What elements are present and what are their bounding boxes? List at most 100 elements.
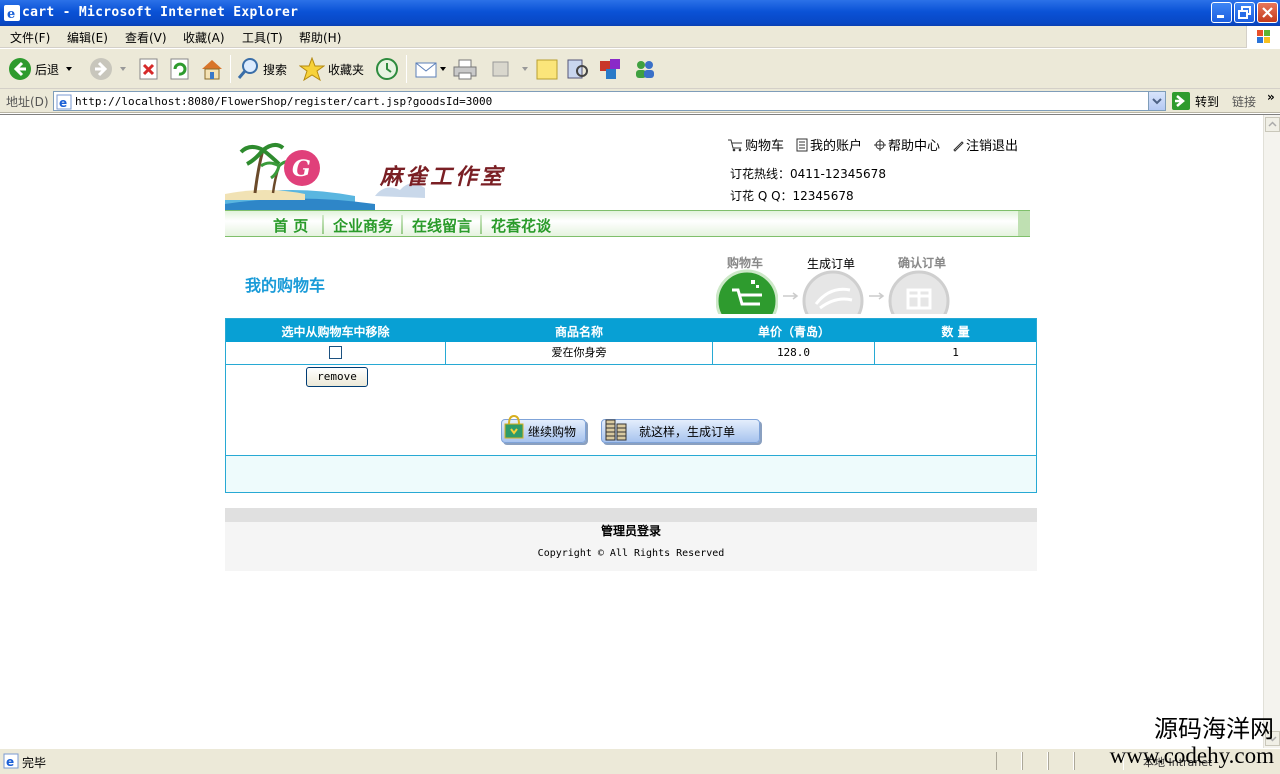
document-icon [796, 138, 808, 151]
step-cart-icon [716, 269, 778, 314]
cell-unit-price: 128.0 [713, 342, 875, 364]
remove-checkbox[interactable] [329, 345, 342, 359]
menu-file[interactable]: 文件(F) [10, 29, 50, 46]
menu-bar: 文件(F) 编辑(E) 查看(V) 收藏(A) 工具(T) 帮助(H) [0, 26, 1280, 48]
continue-shopping-label: 继续购物 [528, 424, 577, 439]
header-link-cart[interactable]: 购物车 [727, 135, 784, 154]
chevron-down-icon [120, 67, 126, 71]
mail-icon [415, 62, 437, 78]
cell-product-name: 爱在你身旁 [446, 342, 713, 364]
forward-button[interactable] [89, 55, 129, 83]
go-label: 转到 [1195, 94, 1220, 109]
address-dropdown-button[interactable] [1148, 92, 1165, 110]
watermark-cn: 源码海洋网 [1154, 716, 1274, 743]
history-icon [376, 58, 398, 80]
search-label: 搜索 [263, 62, 288, 77]
blocks-icon [600, 59, 620, 79]
stop-button[interactable] [138, 55, 160, 83]
mail-button[interactable] [414, 55, 448, 83]
scroll-up-button[interactable] [1265, 117, 1280, 132]
chevron-down-icon [440, 67, 446, 71]
chevron-down-icon [66, 67, 73, 71]
print-button[interactable] [452, 55, 478, 83]
go-button[interactable]: 转到 [1172, 92, 1219, 110]
windows-logo [1246, 26, 1280, 48]
continue-shopping-button[interactable]: 继续购物 [501, 414, 586, 443]
search-button[interactable]: 搜索 [236, 55, 287, 83]
header-link-cart-label: 购物车 [745, 139, 785, 154]
nav-divider [480, 215, 482, 234]
site-nav: 首 页 企业商务 在线留言 花香花谈 [225, 210, 1030, 237]
generate-order-label: 就这样，生成订单 [639, 424, 736, 439]
research-icon [567, 59, 588, 79]
col-product-name: 商品名称 [554, 325, 603, 339]
history-button[interactable] [374, 55, 400, 83]
nav-home[interactable]: 首 页 [273, 215, 308, 236]
research-button[interactable] [565, 55, 591, 83]
shopping-bag-icon [504, 414, 524, 439]
vertical-scrollbar[interactable] [1263, 115, 1280, 748]
nav-business[interactable]: 企业商务 [333, 215, 393, 236]
minimize-button[interactable] [1211, 2, 1232, 23]
search-icon [237, 58, 258, 79]
star-icon [299, 57, 325, 81]
svg-text:e: e [59, 96, 67, 110]
page-viewport: G 麻雀工作室 购物车 我的账户 帮助中心 注销退出 订花热线：0411-123… [0, 114, 1280, 748]
order-qq: 订花 Q Q：12345678 [730, 189, 854, 203]
restore-button[interactable] [1234, 2, 1255, 23]
close-icon [1262, 7, 1273, 18]
cell-quantity: 1 [952, 346, 959, 359]
address-bar: 地址(D) e http://localhost:8080/FlowerShop… [0, 89, 1280, 113]
menu-view[interactable]: 查看(V) [125, 29, 167, 46]
contacts-button[interactable] [632, 55, 658, 83]
menu-tools[interactable]: 工具(T) [242, 29, 283, 46]
menu-help[interactable]: 帮助(H) [299, 29, 341, 46]
menu-favorites[interactable]: 收藏(A) [183, 29, 225, 46]
minimize-icon [1217, 15, 1224, 18]
address-url: http://localhost:8080/FlowerShop/registe… [75, 95, 493, 108]
cart-title: 我的购物车 [245, 276, 326, 295]
messenger-button[interactable] [598, 55, 624, 83]
status-bar: e 完毕 本地 Intranet [0, 748, 1280, 774]
header-link-logout-label: 注销退出 [966, 139, 1019, 154]
pencil-icon [953, 140, 964, 152]
nav-divider [401, 215, 403, 234]
address-label: 地址(D) [6, 95, 49, 109]
header-link-logout[interactable]: 注销退出 [952, 135, 1018, 154]
favorites-button[interactable]: 收藏夹 [299, 55, 364, 83]
close-button[interactable] [1257, 2, 1278, 23]
remove-button[interactable]: remove [306, 367, 368, 387]
header-link-help[interactable]: 帮助中心 [874, 135, 940, 154]
ie-page-icon: e [3, 753, 19, 769]
home-button[interactable] [200, 55, 224, 83]
refresh-button[interactable] [169, 55, 191, 83]
nav-flower-talk[interactable]: 花香花谈 [491, 215, 551, 236]
edit-button[interactable] [490, 55, 530, 83]
step-order-icon [802, 270, 864, 314]
toolbar-separator [230, 55, 231, 83]
printer-icon [453, 59, 477, 80]
cell-select [226, 342, 446, 364]
page-footer: 管理员登录 Copyright © All Rights Reserved [225, 508, 1037, 571]
back-label: 后退 [35, 62, 60, 77]
nav-messages[interactable]: 在线留言 [412, 215, 472, 236]
menu-edit[interactable]: 编辑(E) [67, 29, 108, 46]
links-label[interactable]: 链接 [1232, 93, 1256, 110]
footer-stripe [225, 508, 1037, 522]
discuss-button[interactable] [535, 55, 559, 83]
links-chevron-icon[interactable]: » [1267, 90, 1275, 104]
cart-footer-bar [226, 455, 1036, 492]
generate-order-button[interactable]: 就这样，生成订单 [601, 419, 760, 443]
nav-end-cap [1018, 211, 1030, 236]
back-button[interactable]: 后退 [8, 55, 75, 83]
browser-toolbar: 后退 搜索 收藏夹 [0, 49, 1280, 89]
forward-arrow-icon [90, 58, 112, 80]
copyright-text: Copyright © All Rights Reserved [537, 548, 725, 559]
header-link-account[interactable]: 我的账户 [796, 135, 862, 154]
admin-login-link[interactable]: 管理员登录 [225, 522, 1037, 539]
svg-text:e: e [7, 7, 15, 21]
ie-icon: e [4, 5, 20, 21]
toolbar-separator [406, 55, 407, 83]
cart-table: 选中从购物车中移除 商品名称 单价（青岛） 数 量 爱在你身旁 128.0 1 … [225, 318, 1037, 493]
address-input[interactable]: e http://localhost:8080/FlowerShop/regis… [53, 91, 1166, 111]
